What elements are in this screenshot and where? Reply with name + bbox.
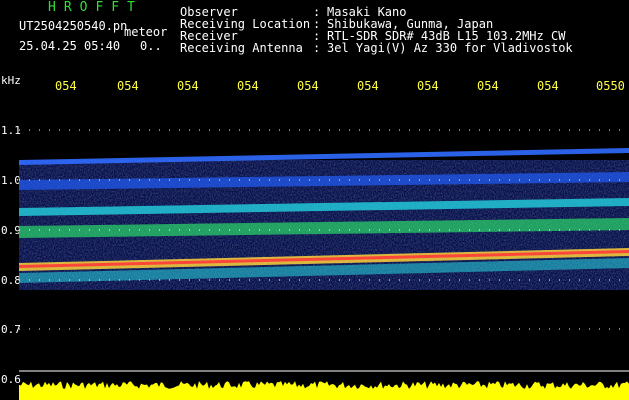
time-tick-label: 054 bbox=[117, 79, 139, 93]
freq-tick-label: 0.6 bbox=[1, 373, 21, 386]
amplitude-fill bbox=[19, 381, 629, 400]
status-text: 0.. bbox=[140, 39, 162, 53]
frequency-unit-label: kHz bbox=[1, 74, 21, 87]
time-tick-label: 054 bbox=[477, 79, 499, 93]
time-tick-label: 054 bbox=[297, 79, 319, 93]
time-tick-label: 0550 bbox=[596, 79, 625, 93]
freq-tick-label: 0.8 bbox=[1, 274, 21, 287]
time-tick-label: 054 bbox=[237, 79, 259, 93]
time-tick-label: 054 bbox=[417, 79, 439, 93]
amplitude-strip bbox=[19, 381, 629, 400]
time-tick-label: 054 bbox=[357, 79, 379, 93]
colon: : bbox=[313, 41, 321, 55]
time-tick-label: 054 bbox=[177, 79, 199, 93]
spectrogram-plot bbox=[19, 129, 629, 400]
antenna-value: 3el Yagi(V) Az 330 for Vladivostok bbox=[327, 41, 573, 55]
file-name: UT2504250540.pn bbox=[19, 19, 128, 33]
freq-tick-label: 0.7 bbox=[1, 323, 21, 336]
antenna-label: Receiving Antenna bbox=[180, 41, 303, 55]
freq-tick-label: 1.0 bbox=[1, 174, 21, 187]
freq-tick-label: 0.9 bbox=[1, 224, 21, 237]
timestamp: 25.04.25 05:40 bbox=[19, 39, 121, 53]
mode-tag: meteor bbox=[124, 25, 168, 39]
app-brand: HROFFT bbox=[48, 0, 143, 15]
freq-tick-label: 1.1 bbox=[1, 124, 21, 137]
time-tick-label: 054 bbox=[55, 79, 77, 93]
time-tick-label: 054 bbox=[537, 79, 559, 93]
